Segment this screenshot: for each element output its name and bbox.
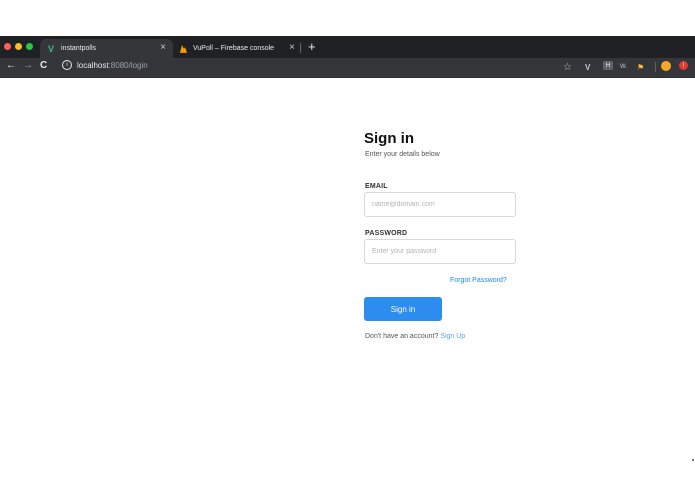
tab-title: VuPoll – Firebase console: [193, 45, 275, 52]
corner-marker: [692, 459, 694, 461]
window-maximize-button[interactable]: [26, 43, 33, 50]
firebase-icon: [178, 44, 188, 54]
window-minimize-button[interactable]: [15, 43, 22, 50]
tab-close-icon[interactable]: ×: [289, 42, 295, 53]
sign-in-button[interactable]: Sign in: [364, 297, 442, 321]
email-label: EMAIL: [365, 183, 388, 190]
h-extension-icon[interactable]: H: [603, 61, 613, 70]
tab-title: instantpolls: [61, 45, 97, 52]
tab-divider: [300, 43, 301, 53]
vue-devtools-extension-icon[interactable]: V: [585, 61, 590, 73]
bookmark-star-icon[interactable]: ☆: [563, 61, 572, 73]
vue-logo-icon: V: [47, 43, 54, 54]
back-arrow-icon[interactable]: ←: [6, 60, 16, 71]
reload-icon[interactable]: C: [40, 60, 47, 71]
tab-firebase-console[interactable]: VuPoll – Firebase console ×: [172, 39, 302, 58]
extension-badge-icon[interactable]: !: [679, 61, 688, 70]
url-path: :8080/login: [108, 60, 148, 70]
new-tab-button[interactable]: +: [308, 39, 316, 54]
signup-prompt-text: Don't have an account?: [365, 333, 439, 340]
site-info-icon[interactable]: i: [62, 60, 72, 70]
tab-instantpolls[interactable]: V instantpolls ×: [40, 39, 173, 58]
tab-close-icon[interactable]: ×: [160, 42, 166, 53]
url-host: localhost: [77, 60, 109, 70]
email-field[interactable]: [364, 192, 516, 217]
w-extension-icon[interactable]: W.: [620, 61, 627, 73]
page-title: Sign in: [364, 130, 414, 147]
signup-prompt: Don't have an account? Sign Up: [365, 333, 465, 340]
password-label: PASSWORD: [365, 230, 408, 237]
profile-avatar-icon[interactable]: [661, 61, 671, 71]
toolbar-divider: [655, 62, 656, 72]
sign-up-link[interactable]: Sign Up: [440, 333, 465, 340]
password-field[interactable]: [364, 239, 516, 264]
flag-extension-icon[interactable]: ⚑: [637, 61, 644, 73]
forward-arrow-icon[interactable]: →: [23, 60, 33, 71]
screen-top-margin: [0, 0, 695, 36]
forgot-password-link[interactable]: Forgot Password?: [450, 277, 507, 284]
url-field[interactable]: i localhost :8080/login: [62, 60, 148, 70]
window-close-button[interactable]: [4, 43, 11, 50]
page-subtitle: Enter your details below: [365, 151, 440, 158]
